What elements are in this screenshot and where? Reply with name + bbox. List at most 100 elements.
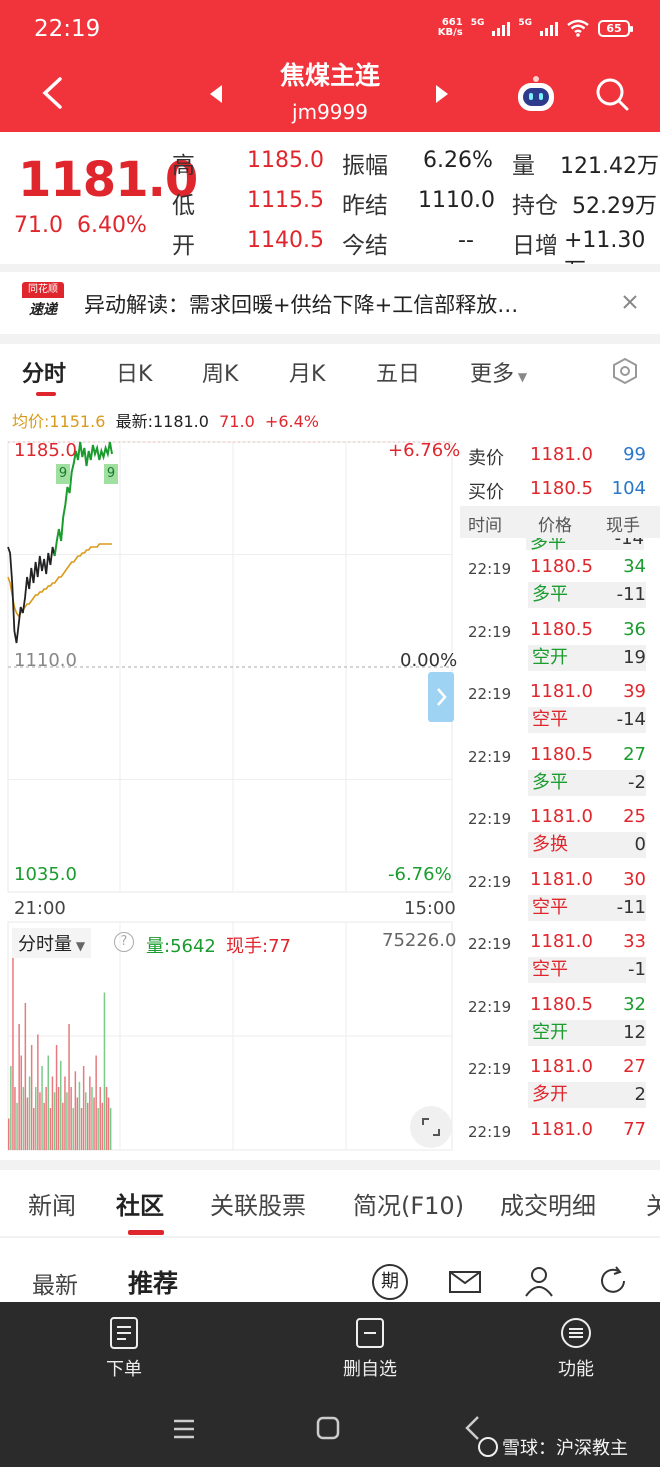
volume-bar — [51, 1076, 54, 1150]
trade-row: 22:19 1181.0 25 多换 0 — [462, 806, 658, 872]
volume-bar — [37, 1034, 39, 1150]
trade-row: 22:19 1180.5 34 多平 -11 — [462, 556, 658, 622]
volume-bar — [91, 1087, 93, 1150]
remove-watchlist-icon — [356, 1318, 384, 1348]
nav-order-button[interactable]: 下单 — [64, 1316, 184, 1381]
axis-mid-price: 1110.0 — [14, 650, 77, 671]
trade-row: 22:19 1181.0 33 空平 -1 — [462, 931, 658, 997]
signal-icon-2 — [540, 20, 558, 36]
tab-timeshare[interactable]: 分时 — [22, 356, 66, 388]
open-label: 开 — [172, 233, 195, 259]
volume-bar — [53, 1092, 56, 1151]
volume-bar — [68, 1024, 70, 1150]
nav-functions-button[interactable]: 功能 — [516, 1316, 636, 1381]
search-icon[interactable] — [594, 76, 630, 112]
robot-assistant-icon[interactable] — [514, 74, 558, 114]
trade-row: 22:19 1180.5 32 空开 12 — [462, 994, 658, 1060]
futures-icon[interactable]: 期 — [372, 1264, 408, 1300]
network-type-2: 5G — [518, 18, 532, 28]
user-icon[interactable] — [522, 1264, 556, 1298]
low-label: 低 — [172, 193, 195, 219]
trade-price: 1181.0 — [530, 681, 593, 702]
tab-weekly-k[interactable]: 周K — [202, 356, 238, 388]
tab-monthly-k[interactable]: 月K — [289, 356, 325, 388]
status-icons: 661 KB/s 5G 5G 65 — [438, 18, 633, 38]
chevron-down-icon: ▼ — [72, 939, 86, 953]
sell-volume: 99 — [623, 444, 646, 465]
axis-bottom-price: 1035.0 — [14, 864, 77, 885]
tab-community[interactable]: 社区 — [116, 1186, 164, 1221]
active-tab-indicator — [36, 392, 56, 396]
volume-bar — [24, 1003, 27, 1150]
volume-bar — [85, 1092, 87, 1151]
volume-bar — [18, 1024, 20, 1150]
trade-hand-change: -11 — [616, 896, 646, 918]
volume-bar — [109, 1108, 112, 1150]
divider — [0, 1236, 660, 1238]
tab-f10[interactable]: 简况(F10) — [353, 1186, 464, 1221]
trade-time: 22:19 — [468, 810, 512, 828]
tab-five-day[interactable]: 五日 — [376, 356, 420, 388]
tab-related-stocks[interactable]: 关联股票 — [210, 1186, 306, 1221]
trade-hand-change: -11 — [616, 584, 646, 605]
volume-bar — [39, 1092, 41, 1151]
tab-daily-k[interactable]: 日K — [116, 356, 152, 388]
daily-increase-label: 日增 — [512, 233, 558, 259]
signal-badge: 9 — [56, 464, 70, 484]
buy-volume: 104 — [611, 478, 646, 499]
amplitude-value: 6.26% — [423, 148, 493, 173]
system-menu-icon[interactable] — [172, 1418, 196, 1440]
trade-price: 1181.0 — [530, 1056, 593, 1077]
volume-bar — [49, 1108, 52, 1150]
fullscreen-button[interactable] — [410, 1106, 452, 1148]
expand-panel-button[interactable] — [428, 672, 454, 722]
close-icon[interactable] — [622, 294, 638, 310]
axis-end-time: 15:00 — [404, 898, 456, 919]
volume-bar — [33, 1108, 35, 1150]
tab-overflow[interactable]: 关 — [646, 1186, 660, 1221]
subtab-recommended[interactable]: 推荐 — [128, 1264, 178, 1300]
trade-type: 多换 — [528, 832, 646, 858]
subtab-latest[interactable]: 最新 — [32, 1266, 78, 1300]
tab-more[interactable]: 更多 ▼ — [470, 356, 527, 388]
volume-bar — [93, 1097, 95, 1150]
volume-bar — [107, 1097, 110, 1150]
header-bar: 22:19 661 KB/s 5G 5G 65 焦煤主连 jm9999 — [0, 0, 660, 132]
buy-label: 买价 — [468, 482, 504, 503]
volume-bar — [64, 1076, 66, 1150]
community-subtabs: 最新 推荐 期 — [0, 1240, 660, 1302]
system-home-icon[interactable] — [316, 1416, 340, 1440]
prev-settle-value: 1110.0 — [418, 188, 495, 213]
trade-price: 1181.0 — [530, 931, 593, 952]
trade-hand-change: 19 — [623, 646, 646, 668]
tab-trade-details[interactable]: 成交明细 — [500, 1186, 596, 1221]
news-banner[interactable]: 同花顺 速递 异动解读：需求回暖+供给下降+工信部释放… — [0, 272, 660, 334]
amplitude-label: 振幅 — [342, 153, 388, 179]
order-icon — [110, 1317, 138, 1349]
trade-price: 1181.0 — [530, 868, 593, 890]
fullscreen-icon — [422, 1118, 440, 1136]
trade-row: 22:19 1181.0 27 多开 2 — [462, 1056, 658, 1122]
settings-hexagon-icon[interactable] — [610, 356, 640, 386]
volume-bar — [74, 1071, 77, 1151]
trade-row: 22:19 1180.5 36 空开 19 — [462, 619, 658, 685]
latest-price: 最新:1181.0 — [115, 412, 209, 431]
trade-hand-change: -14 — [616, 709, 646, 730]
network-type-1: 5G — [470, 18, 485, 28]
high-label: 高 — [172, 153, 195, 179]
tab-news[interactable]: 新闻 — [28, 1186, 76, 1221]
mail-icon[interactable] — [448, 1268, 482, 1296]
volume-selector[interactable]: 分时量 ▼ — [12, 928, 92, 958]
menu-circle-icon — [561, 1318, 591, 1348]
refresh-icon[interactable] — [596, 1264, 630, 1298]
help-icon[interactable]: ? — [114, 932, 134, 952]
trade-time: 22:19 — [468, 997, 512, 1016]
trade-volume: 33 — [623, 931, 646, 952]
next-contract-icon[interactable] — [434, 84, 450, 104]
nav-remove-watch-button[interactable]: 删自选 — [310, 1316, 430, 1381]
settle-label: 今结 — [342, 233, 388, 259]
trade-time: 22:19 — [468, 560, 512, 578]
timeshare-chart[interactable] — [0, 432, 460, 1152]
open-interest-label: 持仓 — [512, 193, 558, 219]
trade-time: 22:19 — [468, 1060, 512, 1078]
